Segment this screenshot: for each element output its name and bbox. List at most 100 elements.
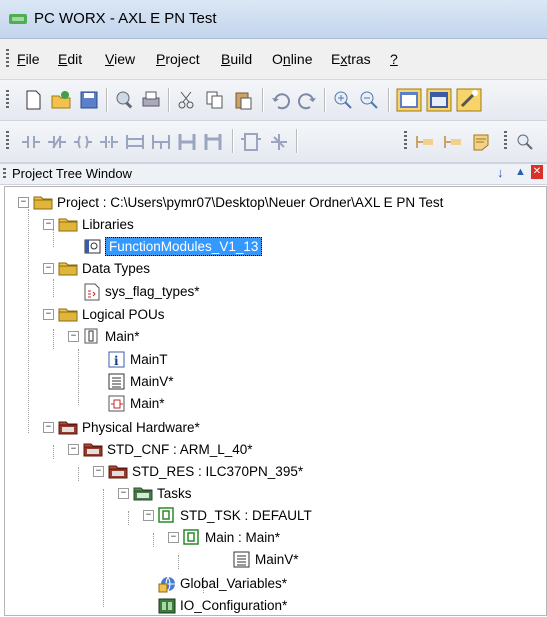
folder-icon	[58, 262, 78, 276]
toolbar-grip-3[interactable]	[504, 131, 507, 151]
open-folder-icon[interactable]	[50, 89, 72, 111]
tasks-folder-icon	[133, 487, 153, 501]
window-title: PC WORX - AXL E PN Test	[34, 10, 217, 27]
menubar-grip[interactable]	[6, 49, 9, 69]
wizard-icon[interactable]	[456, 88, 482, 112]
new-file-icon[interactable]	[22, 89, 44, 111]
right-rail-icon[interactable]	[202, 131, 224, 153]
svg-text:i: i	[114, 354, 119, 368]
menu-file[interactable]: File	[17, 51, 40, 67]
collapse-toggle[interactable]: −	[43, 422, 54, 433]
left-rail-icon[interactable]	[176, 131, 198, 153]
collapse-toggle[interactable]: −	[43, 219, 54, 230]
toolbar-separator	[388, 88, 390, 112]
insert-row-icon[interactable]	[414, 131, 436, 153]
zoom-out-icon[interactable]	[358, 89, 380, 111]
toolbar-separator	[232, 129, 234, 153]
tree-line	[103, 489, 104, 607]
toolbar-separator	[262, 88, 264, 112]
branch-icon[interactable]	[124, 131, 146, 153]
coil-icon[interactable]	[72, 131, 94, 153]
ladder-toolbar	[0, 121, 547, 163]
tree-line	[78, 467, 79, 481]
collapse-toggle[interactable]: −	[68, 444, 79, 455]
data-type-file-icon	[84, 283, 100, 301]
program-instance-icon	[183, 529, 199, 545]
title-bar: PC WORX - AXL E PN Test	[0, 0, 547, 39]
tree-line	[153, 533, 154, 547]
undo-icon[interactable]	[270, 89, 292, 111]
tree-line	[53, 279, 54, 297]
collapse-toggle[interactable]: −	[118, 488, 129, 499]
menu-project[interactable]: Project	[156, 51, 200, 67]
toolbar-grip-2[interactable]	[404, 131, 407, 151]
variable-sheet-icon	[108, 373, 125, 390]
collapse-toggle[interactable]: −	[43, 309, 54, 320]
collapse-toggle[interactable]: −	[18, 197, 29, 208]
toolbar-grip[interactable]	[6, 90, 9, 110]
save-icon[interactable]	[78, 89, 100, 111]
paste-icon[interactable]	[232, 89, 254, 111]
close-icon[interactable]: ✕	[531, 165, 543, 179]
search-icon[interactable]	[514, 131, 536, 153]
code-sheet-icon	[108, 395, 125, 412]
collapse-toggle[interactable]: −	[68, 331, 79, 342]
print-preview-icon[interactable]	[114, 89, 136, 111]
menu-edit[interactable]: Edit	[58, 51, 82, 67]
copy-icon[interactable]	[204, 89, 226, 111]
function-block-icon[interactable]	[240, 131, 262, 153]
zoom-in-icon[interactable]	[332, 89, 354, 111]
collapse-toggle[interactable]: −	[143, 510, 154, 521]
toolbar-separator	[324, 88, 326, 112]
tree-line	[53, 445, 54, 459]
collapse-toggle[interactable]: −	[43, 263, 54, 274]
contact-no-icon[interactable]	[20, 131, 42, 153]
insert-column-icon[interactable]	[442, 131, 464, 153]
jump-icon[interactable]	[268, 131, 290, 153]
tree-line	[53, 229, 54, 247]
tree-line	[28, 209, 29, 433]
menu-build[interactable]: Build	[221, 51, 252, 67]
comment-icon[interactable]	[470, 131, 492, 153]
menu-online[interactable]: Online	[272, 51, 312, 67]
menu-extras[interactable]: Extras	[331, 51, 371, 67]
variable-sheet-icon	[233, 551, 250, 568]
folder-icon	[58, 218, 78, 232]
toolbar-separator	[296, 129, 298, 153]
program-icon	[84, 328, 98, 344]
pcworx-app-icon	[9, 14, 27, 24]
contact-nc-icon[interactable]	[46, 131, 68, 153]
window-icon[interactable]	[426, 88, 452, 112]
branch-down-icon[interactable]	[150, 131, 172, 153]
standard-toolbar	[0, 80, 547, 121]
collapse-toggle[interactable]: −	[168, 532, 179, 543]
pin-icon[interactable]: ↓	[497, 165, 504, 180]
toolbar-separator	[106, 88, 108, 112]
panel-grip[interactable]	[3, 168, 6, 180]
collapse-icon[interactable]: ▲	[515, 166, 526, 178]
global-variables-icon	[158, 576, 175, 593]
hardware-folder-icon	[58, 421, 78, 435]
tree-line	[53, 329, 54, 349]
folder-icon	[58, 308, 78, 322]
panel-title: Project Tree Window	[12, 166, 132, 181]
menu-view[interactable]: View	[105, 51, 135, 67]
project-tree-header: Project Tree Window ↓ ▲ ✕	[0, 163, 547, 185]
contact-parallel-icon[interactable]	[98, 131, 120, 153]
menu-bar: File Edit View Project Build Online Extr…	[0, 39, 547, 80]
library-book-icon	[84, 239, 101, 254]
project-tree[interactable]: − Project : C:\Users\pymr07\Desktop\Neue…	[4, 186, 547, 616]
io-configuration-icon	[158, 598, 176, 614]
project-folder-icon	[33, 196, 53, 210]
tree-line	[128, 511, 129, 525]
redo-icon[interactable]	[296, 89, 318, 111]
window-layout-icon[interactable]	[396, 88, 422, 112]
tree-line	[178, 555, 179, 569]
resource-folder-icon	[108, 465, 128, 479]
menu-help[interactable]: ?	[390, 51, 398, 67]
toolbar-separator	[168, 88, 170, 112]
collapse-toggle[interactable]: −	[93, 466, 104, 477]
cut-icon[interactable]	[176, 89, 198, 111]
toolbar-grip[interactable]	[6, 131, 9, 151]
print-icon[interactable]	[140, 89, 162, 111]
